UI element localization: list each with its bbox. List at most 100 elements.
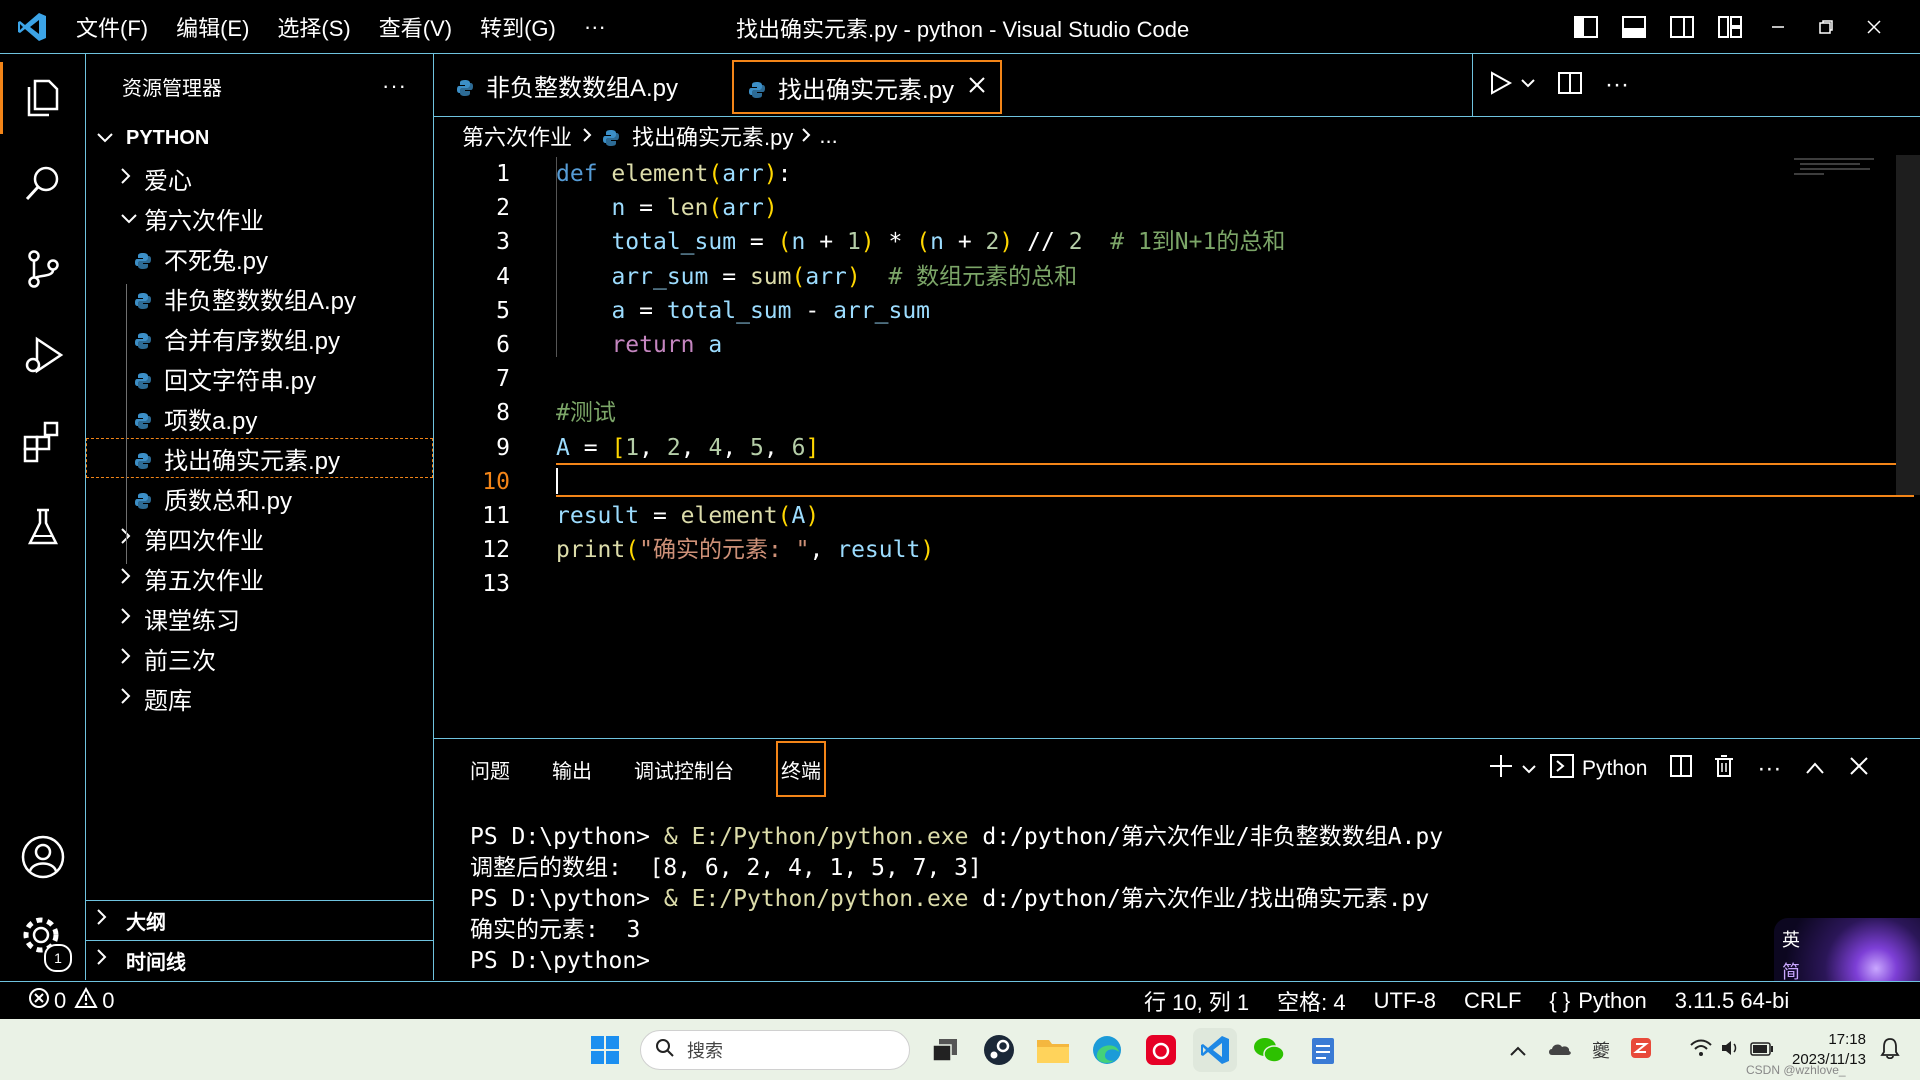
more-actions-icon[interactable]: ··· xyxy=(1605,71,1629,99)
source-control-icon[interactable] xyxy=(0,226,85,312)
folder-item[interactable]: 题库 xyxy=(86,678,433,718)
encoding[interactable]: UTF-8 xyxy=(1374,988,1436,1014)
cursor-position[interactable]: 行 10, 列 1 xyxy=(1144,985,1249,1017)
explorer-icon[interactable] xyxy=(0,54,85,140)
wps-icon[interactable] xyxy=(1630,1037,1652,1064)
notification-bell-icon[interactable] xyxy=(1880,1037,1900,1064)
notepad-icon[interactable] xyxy=(1301,1028,1345,1072)
problems-status[interactable]: 0 0 xyxy=(28,986,115,1015)
toggle-panel-icon[interactable] xyxy=(1610,0,1658,53)
close-tab-icon[interactable] xyxy=(968,73,986,101)
new-terminal-icon[interactable] xyxy=(1488,753,1514,785)
folder-item[interactable]: 第四次作业 xyxy=(86,518,433,558)
ime-language[interactable]: 英 xyxy=(1782,926,1800,952)
wifi-icon[interactable] xyxy=(1690,1039,1712,1062)
outline-section[interactable]: 大纲 xyxy=(86,900,433,939)
folder-item[interactable]: 爱心 xyxy=(86,158,433,198)
folder-item[interactable]: 第六次作业 xyxy=(86,198,433,238)
netease-music-icon[interactable] xyxy=(1139,1028,1183,1072)
vscode-taskbar-icon[interactable] xyxy=(1193,1028,1237,1072)
file-item[interactable]: 质数总和.py xyxy=(86,478,433,518)
testing-icon[interactable] xyxy=(0,484,85,570)
task-view-icon[interactable] xyxy=(923,1028,967,1072)
python-interpreter[interactable]: 3.11.5 64-bi xyxy=(1675,988,1790,1014)
run-debug-icon[interactable] xyxy=(0,312,85,398)
menu-edit[interactable]: 编辑(E) xyxy=(176,11,249,43)
split-terminal-icon[interactable] xyxy=(1669,754,1693,784)
workspace-root[interactable]: PYTHON xyxy=(86,118,433,158)
menu-view[interactable]: 查看(V) xyxy=(379,11,452,43)
maximize-panel-icon[interactable] xyxy=(1805,757,1825,781)
chevron-down-icon[interactable] xyxy=(1521,76,1535,94)
timeline-section[interactable]: 时间线 xyxy=(86,940,433,979)
breadcrumb-folder[interactable]: 第六次作业 xyxy=(462,120,572,152)
windows-start-icon[interactable] xyxy=(583,1028,627,1072)
tray-app-label[interactable]: 夔 xyxy=(1592,1037,1610,1063)
chevron-down-icon[interactable] xyxy=(1522,757,1536,781)
accounts-icon[interactable] xyxy=(0,814,85,900)
folder-item[interactable]: 课堂练习 xyxy=(86,598,433,638)
explorer-more-icon[interactable]: ··· xyxy=(382,73,407,99)
extensions-icon[interactable] xyxy=(0,398,85,484)
run-python-icon[interactable] xyxy=(1487,70,1513,101)
file-item[interactable]: 合并有序数组.py xyxy=(86,318,433,358)
tab-problems[interactable]: 问题 xyxy=(470,743,510,795)
line-number: 12 xyxy=(482,537,510,564)
python-file-icon xyxy=(134,449,152,469)
chevron-up-icon[interactable] xyxy=(1510,1040,1526,1061)
chevron-right-icon xyxy=(120,164,144,192)
menu-file[interactable]: 文件(F) xyxy=(76,11,148,43)
file-item[interactable]: 非负整数数组A.py xyxy=(86,278,433,318)
toggle-sidebar-icon[interactable] xyxy=(1562,0,1610,53)
folder-item[interactable]: 第五次作业 xyxy=(86,558,433,598)
tab-non-negative-array[interactable]: 非负整数数组A.py xyxy=(442,60,692,110)
edge-icon[interactable] xyxy=(1085,1028,1129,1072)
battery-icon[interactable] xyxy=(1750,1040,1774,1061)
close-panel-icon[interactable] xyxy=(1849,756,1869,782)
steam-icon[interactable] xyxy=(977,1028,1021,1072)
line-number: 8 xyxy=(496,400,510,427)
tree-item-label: 合并有序数组.py xyxy=(164,327,341,355)
wechat-icon[interactable] xyxy=(1247,1028,1291,1072)
terminal-output[interactable]: PS D:\python> & E:/Python/python.exe d:/… xyxy=(470,822,1443,977)
file-item[interactable]: 项数a.py xyxy=(86,398,433,438)
outline-label: 大纲 xyxy=(126,911,166,934)
search-icon[interactable] xyxy=(0,140,85,226)
toggle-secondary-sidebar-icon[interactable] xyxy=(1658,0,1706,53)
onedrive-icon[interactable] xyxy=(1548,1040,1572,1061)
code-editor[interactable]: 1 def element(arr): 2 n = len(arr) 3 total_… xyxy=(434,155,1920,735)
file-item[interactable]: 不死兔.py xyxy=(86,238,433,278)
end-of-line[interactable]: CRLF xyxy=(1464,988,1521,1014)
file-explorer-icon[interactable] xyxy=(1031,1028,1075,1072)
close-window-icon[interactable] xyxy=(1850,0,1898,53)
restore-icon[interactable] xyxy=(1802,0,1850,53)
tab-terminal[interactable]: 终端 xyxy=(776,741,826,797)
split-editor-icon[interactable] xyxy=(1557,71,1583,100)
indentation[interactable]: 空格: 4 xyxy=(1277,985,1345,1017)
customize-layout-icon[interactable] xyxy=(1706,0,1754,53)
minimize-icon[interactable] xyxy=(1754,0,1802,53)
file-item-selected[interactable]: 找出确实元素.py xyxy=(86,438,433,478)
tab-output[interactable]: 输出 xyxy=(552,743,592,795)
menu-go[interactable]: 转到(G) xyxy=(480,11,556,43)
breadcrumb-more[interactable]: ... xyxy=(819,123,837,149)
menu-selection[interactable]: 选择(S) xyxy=(277,11,350,43)
code-text: def element(arr): xyxy=(556,161,792,187)
menu-more[interactable]: ··· xyxy=(584,14,606,40)
terminal-line: PS D:\python> & E:/Python/python.exe d:/… xyxy=(470,886,1430,912)
explorer-sidebar: 资源管理器 ··· PYTHON 爱心 第六次作业 不死兔.py 非负整数数组A.py… xyxy=(86,54,434,980)
folder-item[interactable]: 前三次 xyxy=(86,638,433,678)
tab-find-missing-element[interactable]: 找出确实元素.py xyxy=(732,60,1003,114)
manage-gear-icon[interactable]: 1 xyxy=(0,894,85,980)
more-actions-icon[interactable]: ··· xyxy=(1757,755,1781,783)
breadcrumb-file[interactable]: 找出确实元素.py xyxy=(632,120,793,152)
taskbar-search[interactable]: 搜索 xyxy=(640,1030,910,1070)
editor-scrollbar[interactable] xyxy=(1896,155,1920,495)
file-item[interactable]: 回文字符串.py xyxy=(86,358,433,398)
tab-debug-console[interactable]: 调试控制台 xyxy=(634,743,734,795)
terminal-shell-label[interactable]: Python xyxy=(1582,757,1647,781)
language-mode[interactable]: Python xyxy=(1578,988,1647,1014)
minimap[interactable] xyxy=(1794,155,1894,185)
volume-icon[interactable] xyxy=(1720,1039,1742,1062)
trash-icon[interactable] xyxy=(1713,754,1735,784)
